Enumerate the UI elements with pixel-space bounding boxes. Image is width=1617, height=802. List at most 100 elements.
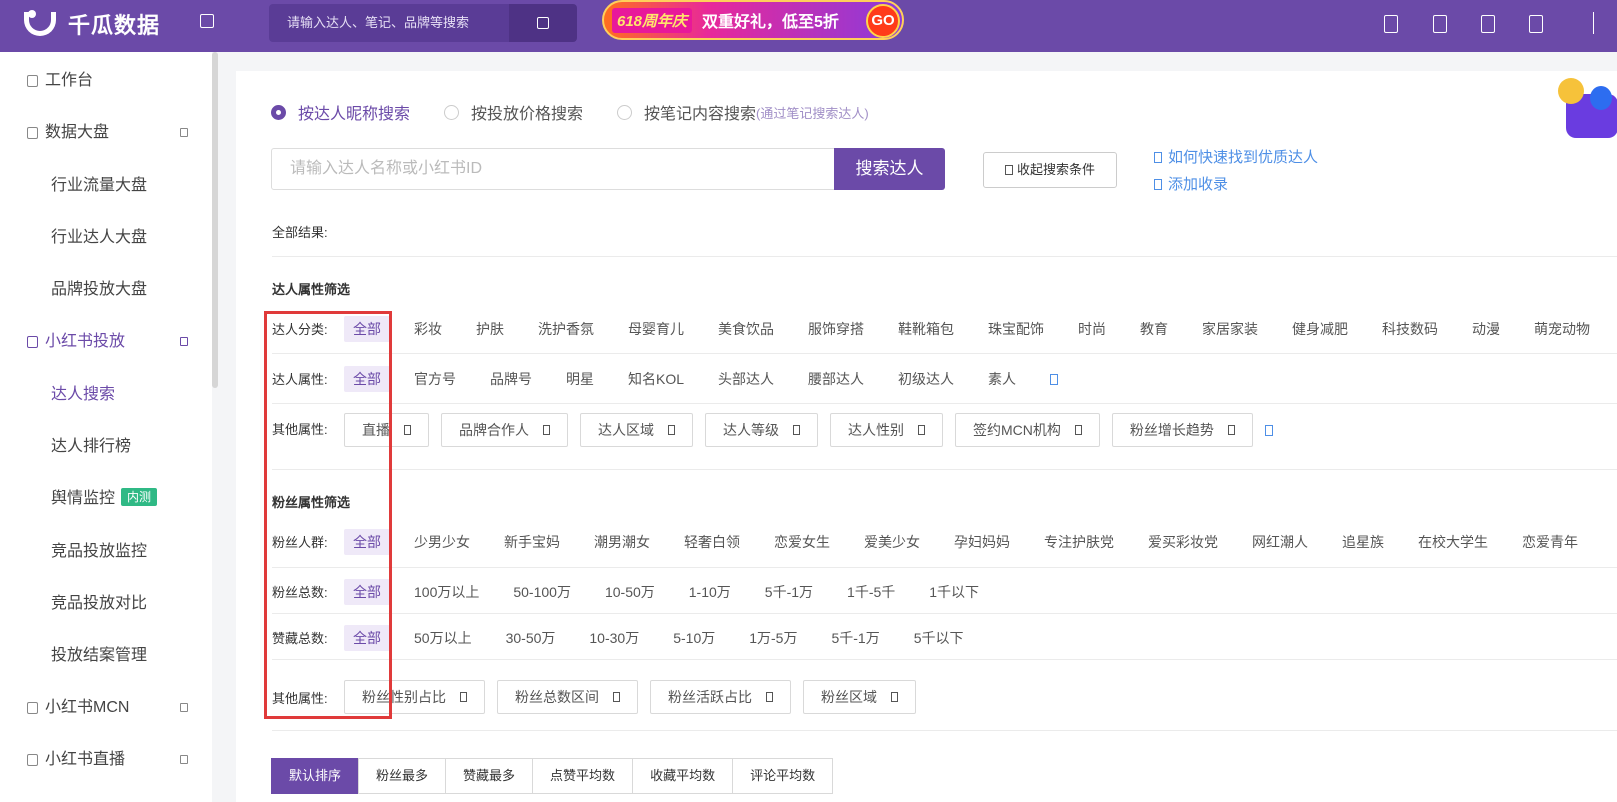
filter-option[interactable]: 100万以上 [414, 582, 479, 602]
sidebar-item-sentiment-monitor[interactable]: 舆情监控 内测 [0, 479, 212, 519]
filter-option[interactable]: 家居家装 [1202, 319, 1258, 339]
filter-option[interactable]: 5千以下 [914, 628, 964, 648]
promo-go-button[interactable]: GO [866, 4, 900, 38]
filter-option[interactable]: 服饰穿搭 [808, 319, 864, 339]
filter-option[interactable]: 1万-5万 [749, 628, 797, 648]
filter-option[interactable]: 爱美少女 [864, 532, 920, 552]
dropdown-gender[interactable]: 达人性别 [830, 413, 943, 447]
dropdown-fan-active[interactable]: 粉丝活跃占比 [650, 680, 791, 714]
sort-avg-likes[interactable]: 点赞平均数 [532, 758, 634, 794]
logo[interactable]: 千瓜数据 [22, 8, 160, 40]
filter-option[interactable]: 母婴育儿 [628, 319, 684, 339]
filter-option[interactable]: 动漫 [1472, 319, 1500, 339]
dropdown-region[interactable]: 达人区域 [580, 413, 693, 447]
sidebar-item-xhs-live[interactable]: 小红书直播 [0, 740, 212, 780]
sort-most-fans[interactable]: 粉丝最多 [358, 758, 447, 794]
filter-option[interactable]: 5千-1万 [831, 628, 879, 648]
help-link-find-influencers[interactable]: 如何快速找到优质达人 [1154, 146, 1318, 167]
sidebar-item-industry-influencers[interactable]: 行业达人大盘 [0, 218, 212, 258]
filter-option[interactable]: 专注护肤党 [1044, 532, 1114, 552]
filter-option[interactable]: 50万以上 [414, 628, 472, 648]
sidebar-item-dashboard[interactable]: 数据大盘 [0, 113, 212, 153]
search-mode-nickname[interactable]: 按达人昵称搜索 [271, 100, 410, 124]
sort-avg-comments[interactable]: 评论平均数 [732, 758, 834, 794]
sort-most-likes[interactable]: 赞藏最多 [445, 758, 534, 794]
search-mode-price[interactable]: 按投放价格搜索 [444, 100, 583, 124]
search-influencer-button[interactable]: 搜索达人 [834, 148, 945, 190]
filter-option[interactable]: 50-100万 [513, 582, 571, 602]
influencer-search-input[interactable]: 请输入达人名称或小红书ID [271, 148, 835, 190]
filter-option[interactable]: 彩妆 [414, 319, 442, 339]
sidebar-item-campaign-report[interactable]: 投放结案管理 [0, 636, 212, 676]
filter-option[interactable]: 洗护香氛 [538, 319, 594, 339]
filter-option[interactable]: 1千以下 [929, 582, 979, 602]
filter-option[interactable]: 恋爱女生 [774, 532, 830, 552]
filter-option[interactable]: 科技数码 [1382, 319, 1438, 339]
sidebar-item-workbench[interactable]: 工作台 [0, 61, 212, 101]
filter-option[interactable]: 护肤 [476, 319, 504, 339]
help-icon[interactable] [1481, 15, 1495, 33]
sidebar-item-brand-placement[interactable]: 品牌投放大盘 [0, 270, 212, 310]
filter-option[interactable]: 美食饮品 [718, 319, 774, 339]
filter-option[interactable]: 轻奢白领 [684, 532, 740, 552]
expand-options-icon[interactable] [1264, 424, 1273, 436]
filter-option[interactable]: 鞋靴箱包 [898, 319, 954, 339]
filter-option[interactable]: 珠宝配饰 [988, 319, 1044, 339]
expand-options-icon[interactable] [1050, 373, 1059, 385]
sidebar-item-competitor-compare[interactable]: 竞品投放对比 [0, 584, 212, 624]
filter-option[interactable]: 1-10万 [689, 582, 731, 602]
filter-option[interactable]: 腰部达人 [808, 369, 864, 389]
sidebar-item-competitor-monitor[interactable]: 竞品投放监控 [0, 532, 212, 572]
dropdown-fan-region[interactable]: 粉丝区域 [803, 680, 916, 714]
sidebar-item-influencer-search[interactable]: 达人搜索 [0, 375, 212, 415]
filter-option[interactable]: 爱买彩妆党 [1148, 532, 1218, 552]
notification-icon[interactable] [1433, 15, 1447, 33]
sidebar-item-xhs-placement[interactable]: 小红书投放 [0, 322, 212, 362]
sidebar-item-xhs-mcn[interactable]: 小红书MCN [0, 688, 212, 728]
sidebar-item-influencer-ranking[interactable]: 达人排行榜 [0, 427, 212, 467]
dropdown-fan-total-range[interactable]: 粉丝总数区间 [497, 680, 638, 714]
promo-banner[interactable]: 618周年庆 双重好礼，低至5折 GO [602, 0, 904, 40]
filter-option[interactable]: 30-50万 [506, 628, 556, 648]
filter-option[interactable]: 10-30万 [589, 628, 639, 648]
message-icon[interactable] [1384, 15, 1398, 33]
filter-option[interactable]: 初级达人 [898, 369, 954, 389]
filter-option[interactable]: 知名KOL [628, 369, 684, 389]
sort-avg-saves[interactable]: 收藏平均数 [632, 758, 734, 794]
filter-option[interactable]: 5-10万 [673, 628, 715, 648]
filter-option[interactable]: 官方号 [414, 369, 456, 389]
filter-option[interactable]: 头部达人 [718, 369, 774, 389]
dropdown-level[interactable]: 达人等级 [705, 413, 818, 447]
user-icon[interactable] [1529, 15, 1543, 33]
menu-toggle-icon[interactable] [200, 14, 214, 28]
filter-option[interactable]: 孕妇妈妈 [954, 532, 1010, 552]
filter-option[interactable]: 萌宠动物 [1534, 319, 1590, 339]
filter-option[interactable]: 新手宝妈 [504, 532, 560, 552]
filter-option[interactable]: 10-50万 [605, 582, 655, 602]
filter-option[interactable]: 潮男潮女 [594, 532, 650, 552]
filter-option[interactable]: 教育 [1140, 319, 1168, 339]
filter-option[interactable]: 追星族 [1342, 532, 1384, 552]
global-search-button[interactable] [509, 4, 577, 42]
filter-option[interactable]: 少男少女 [414, 532, 470, 552]
dropdown-mcn[interactable]: 签约MCN机构 [955, 413, 1100, 447]
collapse-filters-button[interactable]: 收起搜索条件 [983, 152, 1117, 188]
dropdown-brand-partner[interactable]: 品牌合作人 [441, 413, 568, 447]
filter-option[interactable]: 明星 [566, 369, 594, 389]
filter-option[interactable]: 在校大学生 [1418, 532, 1488, 552]
filter-option[interactable]: 网红潮人 [1252, 532, 1308, 552]
filter-option[interactable]: 时尚 [1078, 319, 1106, 339]
sidebar-scrollbar[interactable] [212, 52, 218, 388]
filter-option[interactable]: 素人 [988, 369, 1016, 389]
filter-option[interactable]: 5千-1万 [765, 582, 813, 602]
global-search-input[interactable]: 请输入达人、笔记、品牌等搜索 [269, 4, 509, 42]
dropdown-follower-trend[interactable]: 粉丝增长趋势 [1111, 413, 1253, 447]
search-mode-note[interactable]: 按笔记内容搜索 (通过笔记搜索达人) [617, 100, 869, 124]
filter-option[interactable]: 1千-5千 [847, 582, 895, 602]
sort-default[interactable]: 默认排序 [271, 758, 360, 794]
filter-option[interactable]: 健身减肥 [1292, 319, 1348, 339]
help-link-add-entry[interactable]: 添加收录 [1154, 173, 1228, 194]
filter-option[interactable]: 恋爱青年 [1522, 532, 1578, 552]
filter-option[interactable]: 品牌号 [490, 369, 532, 389]
sidebar-item-industry-traffic[interactable]: 行业流量大盘 [0, 166, 212, 206]
